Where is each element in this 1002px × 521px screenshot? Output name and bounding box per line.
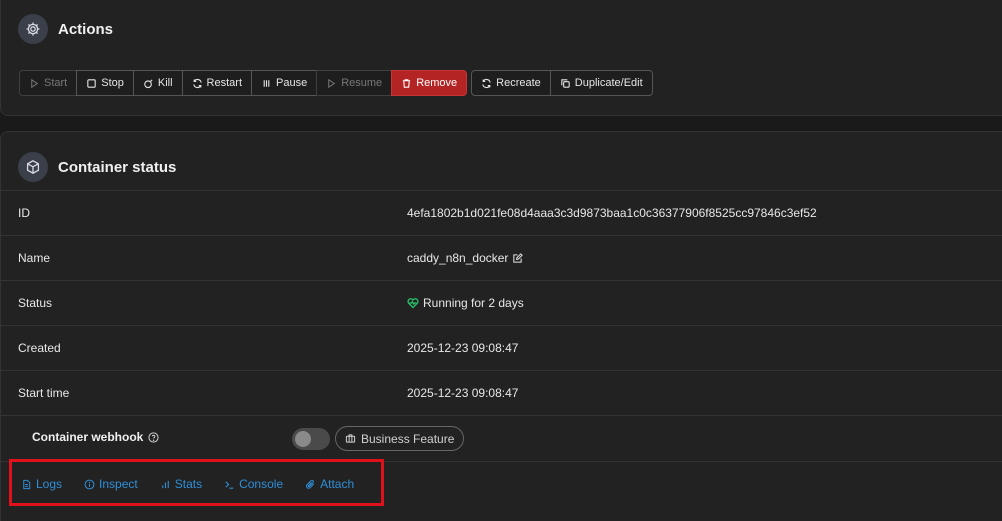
container-status-panel: Container status ID 4efa1802b1d021fe08d4… bbox=[0, 131, 1002, 521]
status-label: Status bbox=[18, 296, 53, 310]
pause-label: Pause bbox=[276, 77, 308, 89]
heartbeat-icon bbox=[407, 298, 419, 309]
resume-label: Resume bbox=[341, 77, 383, 89]
created-row: Created 2025-12-23 09:08:47 bbox=[1, 325, 1002, 370]
lifecycle-button-group: Start Stop Kill Restart Pause Resume Rem… bbox=[19, 70, 468, 96]
logs-link[interactable]: Logs bbox=[21, 477, 62, 491]
cube-icon bbox=[18, 152, 48, 182]
remove-label: Remove bbox=[416, 77, 458, 89]
container-status-title: Container status bbox=[58, 158, 177, 176]
recreate-label: Recreate bbox=[496, 77, 541, 89]
inspect-link[interactable]: Inspect bbox=[84, 477, 138, 491]
start-button[interactable]: Start bbox=[19, 70, 78, 96]
pause-button[interactable]: Pause bbox=[251, 70, 318, 96]
actions-panel: Actions Start Stop Kill Restart Pause Re… bbox=[0, 0, 1002, 116]
actions-toolbar: Start Stop Kill Restart Pause Resume Rem… bbox=[19, 70, 653, 96]
pause-icon bbox=[263, 79, 270, 87]
container-status-header: Container status bbox=[18, 152, 176, 182]
trash-icon bbox=[403, 78, 411, 88]
name-value-group: caddy_n8n_docker bbox=[407, 251, 524, 265]
name-value: caddy_n8n_docker bbox=[407, 251, 509, 265]
play-icon bbox=[328, 78, 336, 88]
container-webhook-label: Container webhook bbox=[32, 430, 144, 444]
start-time-label: Start time bbox=[18, 386, 70, 400]
restart-button[interactable]: Restart bbox=[181, 70, 253, 96]
kill-button[interactable]: Kill bbox=[132, 70, 183, 96]
play-icon bbox=[31, 78, 39, 88]
restart-label: Restart bbox=[206, 77, 243, 89]
stats-link[interactable]: Stats bbox=[160, 477, 202, 491]
attach-link[interactable]: Attach bbox=[305, 477, 354, 491]
id-value: 4efa1802b1d021fe08d4aaa3c3d9873baa1c0c36… bbox=[407, 206, 817, 220]
name-row: Name caddy_n8n_docker bbox=[1, 235, 1002, 280]
start-time-row: Start time 2025-12-23 09:08:47 bbox=[1, 370, 1002, 415]
bomb-icon bbox=[144, 78, 153, 88]
created-value: 2025-12-23 09:08:47 bbox=[407, 341, 519, 355]
status-value-group: Running for 2 days bbox=[407, 296, 524, 310]
console-link[interactable]: Console bbox=[224, 477, 283, 491]
business-feature-label: Business Feature bbox=[361, 431, 455, 446]
id-row: ID 4efa1802b1d021fe08d4aaa3c3d9873baa1c0… bbox=[1, 190, 1002, 235]
remove-button[interactable]: Remove bbox=[391, 70, 468, 96]
refresh-icon bbox=[482, 78, 491, 88]
logs-label: Logs bbox=[36, 477, 63, 491]
edit-icon[interactable] bbox=[512, 252, 524, 264]
quick-links-row: Logs Inspect Stats Console Attach bbox=[21, 477, 354, 491]
business-feature-badge[interactable]: Business Feature bbox=[335, 426, 465, 451]
name-label: Name bbox=[18, 251, 51, 265]
briefcase-icon bbox=[345, 434, 356, 443]
inspect-label: Inspect bbox=[99, 477, 138, 491]
recreate-button-group: Recreate Duplicate/Edit bbox=[471, 70, 653, 96]
resume-button[interactable]: Resume bbox=[316, 70, 393, 96]
start-label: Start bbox=[44, 77, 68, 89]
attach-label: Attach bbox=[320, 477, 355, 491]
paperclip-icon bbox=[306, 479, 315, 489]
container-webhook-toggle[interactable] bbox=[292, 428, 330, 450]
container-webhook-row: Container webhook Business Feature bbox=[1, 415, 1002, 461]
status-row: Status Running for 2 days bbox=[1, 280, 1002, 325]
bar-chart-icon bbox=[161, 480, 169, 488]
terminal-icon bbox=[225, 480, 234, 489]
stop-label: Stop bbox=[101, 77, 124, 89]
stop-icon bbox=[87, 78, 96, 88]
stop-button[interactable]: Stop bbox=[76, 70, 134, 96]
created-label: Created bbox=[18, 341, 61, 355]
actions-header: Actions bbox=[18, 14, 113, 44]
console-label: Console bbox=[239, 477, 284, 491]
start-time-value: 2025-12-23 09:08:47 bbox=[407, 386, 519, 400]
stats-label: Stats bbox=[174, 477, 203, 491]
kill-label: Kill bbox=[157, 77, 173, 89]
gear-icon bbox=[18, 14, 48, 44]
container-quick-links: Logs Inspect Stats Console Attach bbox=[1, 461, 1002, 503]
help-icon[interactable] bbox=[148, 431, 159, 443]
duplicate-edit-label: Duplicate/Edit bbox=[574, 77, 643, 89]
actions-title: Actions bbox=[58, 20, 114, 38]
recreate-button[interactable]: Recreate bbox=[471, 70, 551, 96]
copy-icon bbox=[561, 78, 570, 88]
id-label: ID bbox=[18, 206, 30, 220]
duplicate-edit-button[interactable]: Duplicate/Edit bbox=[549, 70, 653, 96]
refresh-icon bbox=[192, 78, 202, 88]
info-circle-icon bbox=[84, 479, 95, 489]
status-value: Running for 2 days bbox=[423, 296, 524, 310]
container-webhook-label-group: Container webhook bbox=[32, 430, 159, 444]
file-text-icon bbox=[23, 479, 31, 489]
